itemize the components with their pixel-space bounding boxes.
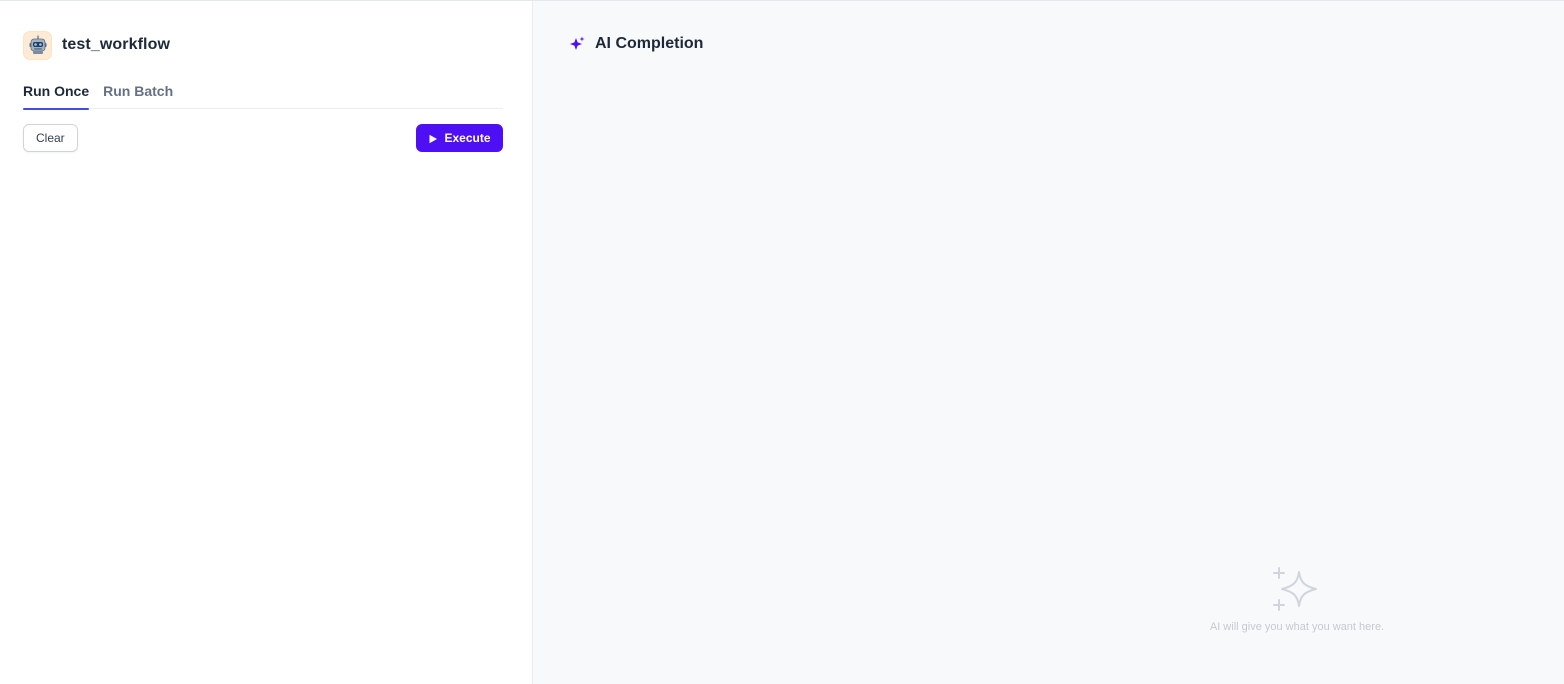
empty-state-text: AI will give you what you want here. [1209, 621, 1385, 633]
clear-button[interactable]: Clear [23, 124, 78, 152]
run-panel: test_workflow Run Once Run Batch Clear E… [0, 1, 533, 684]
execute-button[interactable]: Execute [416, 124, 503, 152]
app-title: test_workflow [62, 36, 170, 53]
empty-state: AI will give you what you want here. [1207, 567, 1387, 633]
tab-run-batch[interactable]: Run Batch [103, 82, 173, 109]
app-header: test_workflow [23, 30, 503, 60]
robot-icon [23, 30, 52, 60]
result-title: AI Completion [595, 35, 704, 52]
execute-label: Execute [444, 131, 491, 145]
play-icon [428, 133, 438, 144]
action-bar: Clear Execute [23, 124, 503, 152]
sparkles-outline-icon [1273, 567, 1321, 613]
tab-run-once[interactable]: Run Once [23, 82, 90, 110]
result-panel: AI Completion AI will give you what you … [533, 1, 1564, 684]
result-header: AI Completion [569, 34, 1564, 54]
run-mode-tabs: Run Once Run Batch [23, 82, 503, 110]
app-window: test_workflow Run Once Run Batch Clear E… [0, 0, 1564, 684]
sparkle-icon [569, 36, 585, 52]
